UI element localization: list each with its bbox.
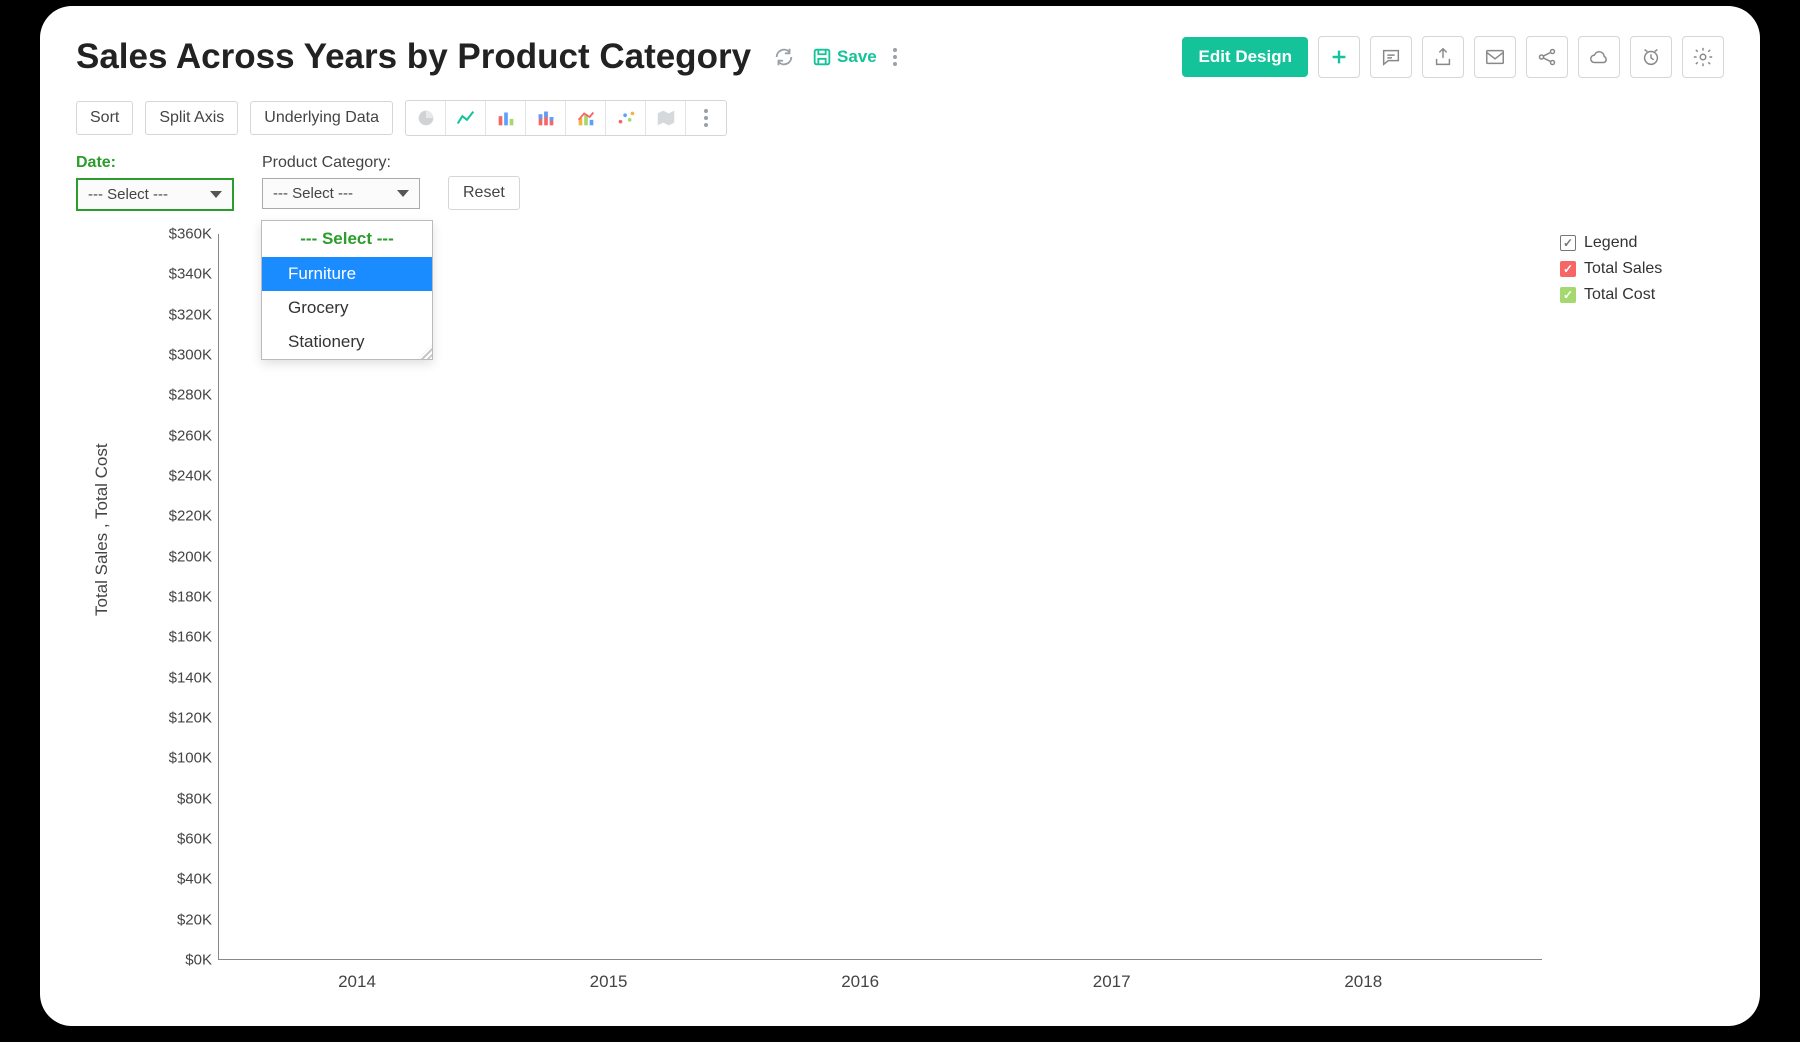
reset-button[interactable]: Reset [448, 176, 520, 210]
secondary-controls: Sort Split Axis Underlying Data [76, 100, 1724, 136]
y-tick: $120K [142, 710, 212, 727]
chart-type-combo-icon[interactable] [566, 101, 606, 135]
filter-date: Date: --- Select --- [76, 154, 234, 211]
dropdown-option-stationery[interactable]: Stationery [262, 325, 432, 359]
filters-row: Date: --- Select --- Product Category: -… [76, 154, 1724, 211]
filter-category: Product Category: --- Select --- --- Sel… [262, 154, 420, 209]
report-window: Sales Across Years by Product Category S… [40, 6, 1760, 1026]
sort-button[interactable]: Sort [76, 101, 133, 135]
y-tick: $20K [142, 911, 212, 928]
chevron-down-icon [210, 191, 222, 198]
filter-category-label: Product Category: [262, 154, 420, 172]
edit-design-button[interactable]: Edit Design [1182, 37, 1308, 77]
comment-icon[interactable] [1370, 36, 1412, 78]
y-tick: $60K [142, 831, 212, 848]
filter-category-select[interactable]: --- Select --- [262, 178, 420, 209]
chart-type-scatter-icon[interactable] [606, 101, 646, 135]
chevron-down-icon [397, 190, 409, 197]
export-icon[interactable] [1422, 36, 1464, 78]
add-button[interactable] [1318, 36, 1360, 78]
y-tick: $180K [142, 589, 212, 606]
page-title: Sales Across Years by Product Category [76, 37, 751, 77]
y-tick: $160K [142, 629, 212, 646]
filter-category-value: --- Select --- [273, 185, 353, 202]
filter-date-value: --- Select --- [88, 186, 168, 203]
alarm-icon[interactable] [1630, 36, 1672, 78]
save-label: Save [837, 47, 877, 67]
y-tick: $100K [142, 750, 212, 767]
y-tick: $260K [142, 427, 212, 444]
y-axis-labels: $0K$20K$40K$60K$80K$100K$120K$140K$160K$… [142, 234, 212, 960]
y-tick: $220K [142, 508, 212, 525]
save-button[interactable]: Save [811, 46, 877, 68]
dropdown-option-grocery[interactable]: Grocery [262, 291, 432, 325]
dropdown-option-header[interactable]: --- Select --- [262, 221, 432, 257]
filter-date-label: Date: [76, 154, 234, 172]
chart-type-pie-icon[interactable] [406, 101, 446, 135]
x-axis-labels: 2014 2015 2016 2017 2018 [218, 972, 1542, 996]
legend-title: Legend [1584, 234, 1637, 252]
x-tick: 2017 [1093, 972, 1131, 992]
title-quick-actions: Save [771, 44, 899, 70]
y-tick: $300K [142, 347, 212, 364]
cloud-icon[interactable] [1578, 36, 1620, 78]
y-tick: $80K [142, 790, 212, 807]
x-tick: 2018 [1344, 972, 1382, 992]
y-tick: $0K [142, 952, 212, 969]
legend-label-sales: Total Sales [1584, 260, 1662, 278]
legend-item-sales[interactable]: ✓ Total Sales [1560, 260, 1720, 278]
title-row: Sales Across Years by Product Category S… [76, 36, 1724, 78]
title-right-toolbar: Edit Design [1182, 36, 1724, 78]
dropdown-option-furniture[interactable]: Furniture [262, 257, 432, 291]
legend-item-cost[interactable]: ✓ Total Cost [1560, 286, 1720, 304]
share-icon[interactable] [1526, 36, 1568, 78]
x-tick: 2014 [338, 972, 376, 992]
y-tick: $340K [142, 266, 212, 283]
chart-type-line-icon[interactable] [446, 101, 486, 135]
underlying-data-button[interactable]: Underlying Data [250, 101, 393, 135]
refresh-icon[interactable] [771, 44, 797, 70]
mail-icon[interactable] [1474, 36, 1516, 78]
y-tick: $200K [142, 548, 212, 565]
chart-type-more-icon[interactable] [686, 101, 726, 135]
filter-category-dropdown: --- Select --- Furniture Grocery Station… [261, 220, 433, 360]
y-tick: $140K [142, 669, 212, 686]
y-tick: $40K [142, 871, 212, 888]
chart-type-map-icon[interactable] [646, 101, 686, 135]
x-tick: 2016 [841, 972, 879, 992]
chart-type-picker [405, 100, 727, 136]
filter-date-select[interactable]: --- Select --- [76, 178, 234, 211]
legend: ✓ Legend ✓ Total Sales ✓ Total Cost [1560, 234, 1720, 312]
legend-header[interactable]: ✓ Legend [1560, 234, 1720, 252]
y-axis-title: Total Sales , Total Cost [92, 443, 112, 616]
x-tick: 2015 [590, 972, 628, 992]
y-tick: $360K [142, 226, 212, 243]
legend-label-cost: Total Cost [1584, 286, 1655, 304]
gear-icon[interactable] [1682, 36, 1724, 78]
legend-swatch-sales: ✓ [1560, 261, 1576, 277]
y-tick: $280K [142, 387, 212, 404]
y-tick: $320K [142, 306, 212, 323]
legend-check-icon: ✓ [1560, 235, 1576, 251]
split-axis-button[interactable]: Split Axis [145, 101, 238, 135]
chart-type-stacked-icon[interactable] [526, 101, 566, 135]
y-tick: $240K [142, 468, 212, 485]
legend-swatch-cost: ✓ [1560, 287, 1576, 303]
chart-type-bar-icon[interactable] [486, 101, 526, 135]
more-icon[interactable] [891, 46, 899, 68]
